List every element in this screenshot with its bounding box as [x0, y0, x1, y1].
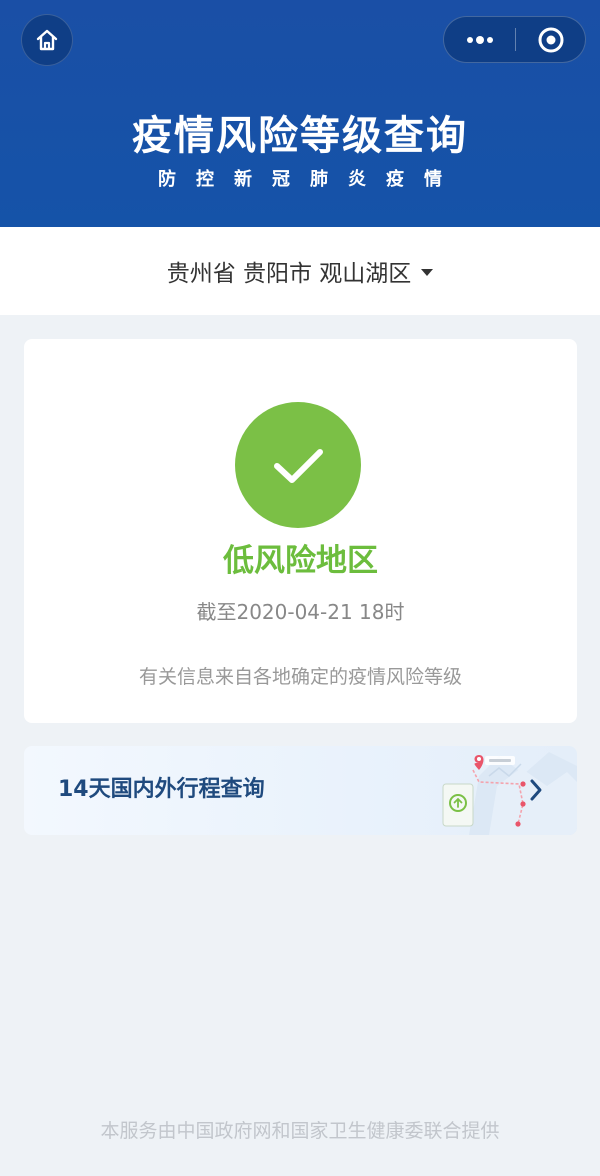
risk-status-card: 低风险地区 截至2020-04-21 18时 有关信息来自各地确定的疫情风险等级 [24, 339, 577, 723]
caret-down-icon [421, 268, 434, 276]
check-icon [235, 402, 361, 528]
home-button[interactable] [21, 14, 73, 66]
close-button[interactable] [516, 17, 586, 62]
more-dots-icon [466, 35, 493, 44]
target-close-icon [538, 27, 564, 52]
risk-level: 低风险地区 [223, 543, 378, 579]
more-button[interactable] [444, 17, 515, 62]
region-label: 贵州省 贵阳市 观山湖区 [166, 261, 412, 287]
info-note: 有关信息来自各地确定的疫情风险等级 [138, 666, 462, 688]
region-selector[interactable]: 贵州省 贵阳市 观山湖区 [0, 227, 600, 315]
trip-query-card[interactable]: 14天国内外行程查询 [24, 746, 577, 835]
mini-program-capsule [443, 16, 586, 63]
page-title: 疫情风险等级查询 [132, 113, 468, 159]
as-of-timestamp: 截至2020-04-21 18时 [196, 600, 405, 624]
trip-query-label: 14天国内外行程查询 [58, 777, 265, 802]
page-subtitle: 防控新冠肺炎疫情 [158, 169, 462, 190]
header: 疫情风险等级查询 防控新冠肺炎疫情 [0, 0, 600, 227]
route-map-illustration [442, 752, 577, 835]
footer-credit: 本服务由中国政府网和国家卫生健康委联合提供 [100, 1120, 500, 1142]
chevron-right-icon [530, 779, 542, 801]
home-icon [36, 29, 58, 51]
